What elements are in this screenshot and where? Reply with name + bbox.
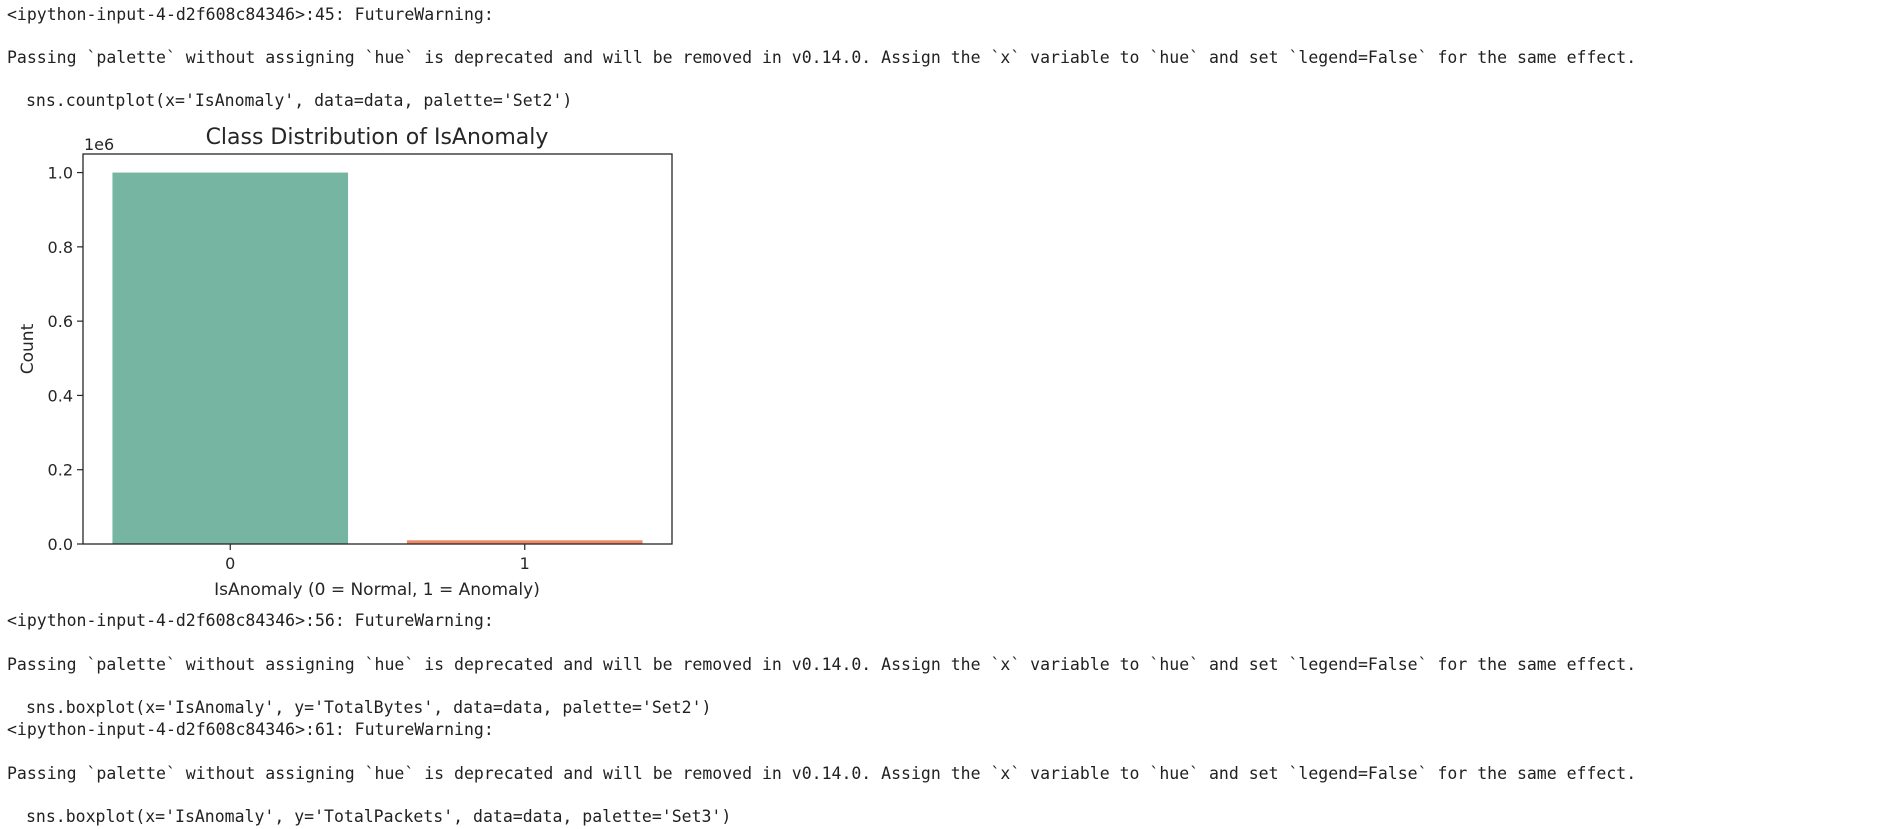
offset-label: 1e6	[84, 135, 114, 154]
warning-message-1: Passing `palette` without assigning `hue…	[7, 48, 1637, 67]
warning-message-3: Passing `palette` without assigning `hue…	[7, 764, 1637, 783]
warning-message-2: Passing `palette` without assigning `hue…	[7, 655, 1637, 674]
chart-title: Class Distribution of IsAnomaly	[206, 125, 549, 150]
y-tick-label: 0.6	[48, 312, 73, 331]
countplot-chart: Class Distribution of IsAnomaly 1e6 0.00…	[18, 125, 673, 600]
y-axis-label: Count	[18, 323, 38, 374]
warning-header-1: <ipython-input-4-d2f608c84346>:45: Futur…	[7, 5, 494, 24]
x-tick-label: 1	[520, 554, 530, 573]
warning-header-3: <ipython-input-4-d2f608c84346>:61: Futur…	[7, 720, 494, 739]
y-tick-label: 1.0	[48, 164, 73, 183]
x-tick-label: 0	[225, 554, 235, 573]
warning-header-2: <ipython-input-4-d2f608c84346>:56: Futur…	[7, 611, 494, 630]
x-ticks-group: 01	[225, 544, 530, 573]
x-axis-label: IsAnomaly (0 = Normal, 1 = Anomaly)	[214, 580, 540, 600]
y-tick-label: 0.8	[48, 238, 73, 257]
bars-group	[112, 172, 643, 545]
y-tick-label: 0.2	[48, 461, 73, 480]
warning-code-2: sns.boxplot(x='IsAnomaly', y='TotalBytes…	[26, 698, 712, 717]
bar-0	[112, 172, 349, 545]
y-ticks-group: 0.0 0.2 0.4 0.6 0.8 1.0	[48, 164, 83, 554]
y-tick-label: 0.0	[48, 535, 73, 554]
warning-code-3: sns.boxplot(x='IsAnomaly', y='TotalPacke…	[26, 807, 732, 826]
warning-code-1: sns.countplot(x='IsAnomaly', data=data, …	[26, 91, 573, 110]
y-tick-label: 0.4	[48, 386, 73, 405]
